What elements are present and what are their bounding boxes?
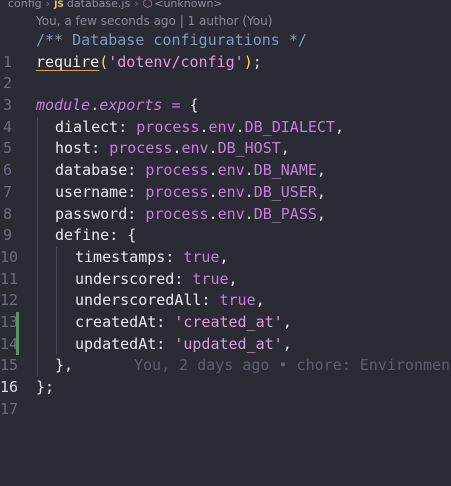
indent-guide [37, 116, 38, 139]
indent-guide [37, 268, 38, 291]
code-line: 11 timestamps: true, [0, 246, 451, 288]
semicolon: ; [252, 52, 262, 71]
boolean-literal: true [183, 247, 220, 266]
identifier: process [145, 204, 209, 223]
indent-guide [37, 290, 38, 312]
property-key: timestamps [75, 247, 166, 266]
symbol-icon: ⬡ [142, 0, 153, 10]
indent-guide [37, 181, 38, 204]
code-line: 13 underscoredAll: true, [0, 290, 451, 331]
indent-guide [37, 311, 38, 334]
indent-guide [56, 311, 57, 334]
code-editor[interactable]: 1 /** Database configurations */ 2 requi… [0, 30, 451, 418]
code-line: 9 password: process.env.DB_PASS, [0, 203, 451, 244]
indent-guide [37, 246, 38, 269]
indent-guide [37, 355, 38, 377]
identifier: module [36, 96, 91, 115]
env-constant: DB_USER [253, 182, 317, 201]
code-line: 17 }; [0, 377, 451, 418]
git-added-indicator[interactable] [16, 333, 19, 356]
code-line-current: 16 }, You, 2 days ago • chore: Environme… [0, 355, 451, 396]
code-line: 1 /** Database configurations */ [0, 30, 451, 71]
code-line: 7 database: process.env.DB_NAME, [0, 160, 451, 201]
breadcrumb-folder[interactable]: config [8, 0, 42, 10]
indent-guide [37, 160, 38, 182]
indent-guide [56, 268, 57, 291]
chevron-right-icon: › [45, 0, 51, 10]
property-key: updatedAt [75, 334, 157, 353]
javascript-file-icon: JS [54, 0, 64, 10]
boolean-literal: true [219, 291, 256, 310]
code-line: 8 username: process.env.DB_USER, [0, 181, 451, 223]
property-key: dialect [55, 117, 119, 136]
code-line: 6 host: process.env.DB_HOST, [0, 138, 451, 179]
git-added-indicator[interactable] [16, 311, 19, 334]
string-literal: 'created_at' [174, 312, 283, 331]
indent-guide [56, 333, 57, 356]
code-line: 5 dialect: process.env.DB_DIALECT, [0, 116, 451, 157]
identifier: env [181, 139, 209, 158]
git-blame-annotation[interactable]: You, 2 days ago • chore: Environment [134, 355, 451, 377]
breadcrumb-symbol[interactable]: <unknown> [154, 0, 222, 10]
property-key: database [55, 161, 128, 180]
identifier: exports [99, 96, 163, 115]
indent-guide [37, 138, 38, 161]
code-line: 15 updatedAt: 'updated_at', [0, 333, 451, 374]
property-key: underscoredAll [75, 291, 202, 310]
indent-guide [37, 203, 38, 226]
boolean-literal: true [192, 269, 229, 288]
breadcrumb-file[interactable]: database.js [67, 0, 130, 10]
paren: ( [99, 52, 109, 71]
string-literal: 'dotenv/config' [108, 52, 244, 71]
env-constant: DB_PASS [253, 204, 317, 223]
property-key: define [55, 226, 110, 245]
code-line: 4 module.exports = { [0, 95, 451, 136]
brace: { [189, 96, 199, 115]
indent-guide [56, 290, 57, 312]
indent-guide [37, 225, 38, 247]
property-key: password [55, 204, 128, 223]
code-line: 2 require('dotenv/config'); [0, 52, 451, 93]
function-name: require [36, 52, 100, 71]
identifier: process [109, 139, 173, 158]
identifier: env [217, 182, 245, 201]
env-constant: DB_NAME [253, 161, 317, 180]
property-key: underscored [75, 269, 175, 288]
identifier: process [145, 182, 209, 201]
env-constant: DB_DIALECT [244, 117, 335, 136]
property-key: createdAt [75, 312, 157, 331]
chevron-right-icon: › [134, 0, 139, 10]
identifier: process [145, 161, 209, 180]
paren: ) [243, 52, 253, 71]
brace: } [36, 378, 46, 396]
line-number: 17 [0, 399, 19, 418]
code-line: 12 underscored: true, [0, 268, 451, 309]
codelens-authors[interactable]: You, a few seconds ago | 1 author (You) [36, 13, 272, 30]
operator: = [162, 96, 190, 115]
breadcrumb: config › JS database.js › ⬡ <unknown> [0, 0, 451, 12]
identifier: env [217, 204, 245, 223]
string-literal: 'updated_at' [174, 334, 283, 353]
comment: /** Database configurations */ [36, 31, 307, 49]
env-constant: DB_HOST [217, 139, 281, 158]
indent-guide [56, 246, 57, 269]
code-line: 3 [0, 73, 451, 114]
brace: } [55, 356, 65, 375]
identifier: process [136, 117, 200, 136]
property-key: username [55, 182, 128, 201]
code-line: 10 define: { [0, 225, 451, 266]
code-line: 14 createdAt: 'created_at', [0, 311, 451, 353]
brace: { [127, 226, 137, 245]
identifier: env [208, 117, 236, 136]
identifier: env [217, 161, 245, 180]
property-key: host [55, 139, 92, 158]
indent-guide [37, 333, 38, 356]
